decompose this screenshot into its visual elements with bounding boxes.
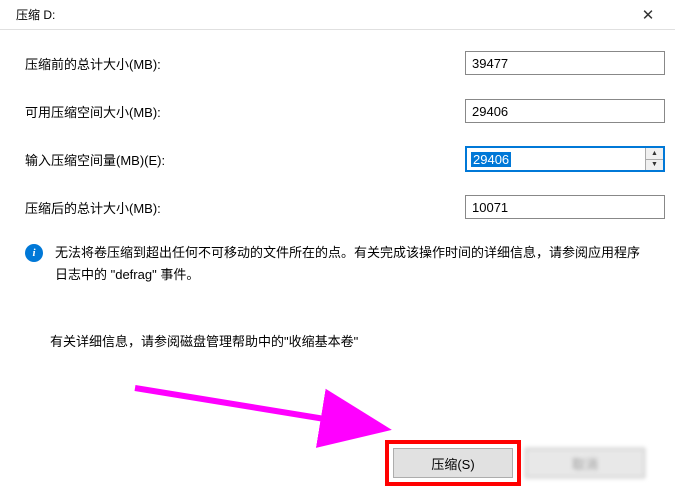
label-input-shrink: 输入压缩空间量(MB)(E):: [25, 150, 325, 169]
field-after-total: [465, 195, 665, 219]
info-icon: i: [25, 244, 43, 262]
shrink-amount-input[interactable]: 29406: [467, 148, 645, 170]
row-after-total: 压缩后的总计大小(MB):: [25, 194, 650, 220]
dialog-title: 压缩 D:: [16, 6, 55, 23]
row-available: 可用压缩空间大小(MB):: [25, 98, 650, 124]
close-icon: ✕: [642, 6, 655, 24]
field-before-total: [465, 51, 665, 75]
shrink-button[interactable]: 压缩(S): [393, 448, 513, 478]
label-after-total: 压缩后的总计大小(MB):: [25, 198, 325, 217]
row-input-shrink: 输入压缩空间量(MB)(E): 29406 ▲ ▼: [25, 146, 650, 172]
shrink-dialog: 压缩 D: ✕ 压缩前的总计大小(MB): 可用压缩空间大小(MB): 输入压缩…: [0, 0, 675, 503]
detail-text: 有关详细信息，请参阅磁盘管理帮助中的"收缩基本卷": [50, 331, 650, 350]
spinner-up-button[interactable]: ▲: [646, 148, 663, 160]
titlebar: 压缩 D: ✕: [0, 0, 675, 30]
spinner-down-button[interactable]: ▼: [646, 160, 663, 171]
label-available: 可用压缩空间大小(MB):: [25, 102, 325, 121]
close-button[interactable]: ✕: [633, 3, 663, 27]
spinner-buttons: ▲ ▼: [645, 148, 663, 170]
annotation-arrow: [130, 378, 410, 448]
shrink-amount-spinner[interactable]: 29406 ▲ ▼: [465, 146, 665, 172]
dialog-content: 压缩前的总计大小(MB): 可用压缩空间大小(MB): 输入压缩空间量(MB)(…: [0, 30, 675, 370]
info-text: 无法将卷压缩到超出任何不可移动的文件所在的点。有关完成该操作时间的详细信息，请参…: [55, 242, 650, 286]
cancel-button[interactable]: 取消: [525, 448, 645, 478]
field-available: [465, 99, 665, 123]
row-before-total: 压缩前的总计大小(MB):: [25, 50, 650, 76]
label-before-total: 压缩前的总计大小(MB):: [25, 54, 325, 73]
info-row: i 无法将卷压缩到超出任何不可移动的文件所在的点。有关完成该操作时间的详细信息，…: [25, 242, 650, 286]
button-row: 压缩(S) 取消: [393, 448, 645, 478]
